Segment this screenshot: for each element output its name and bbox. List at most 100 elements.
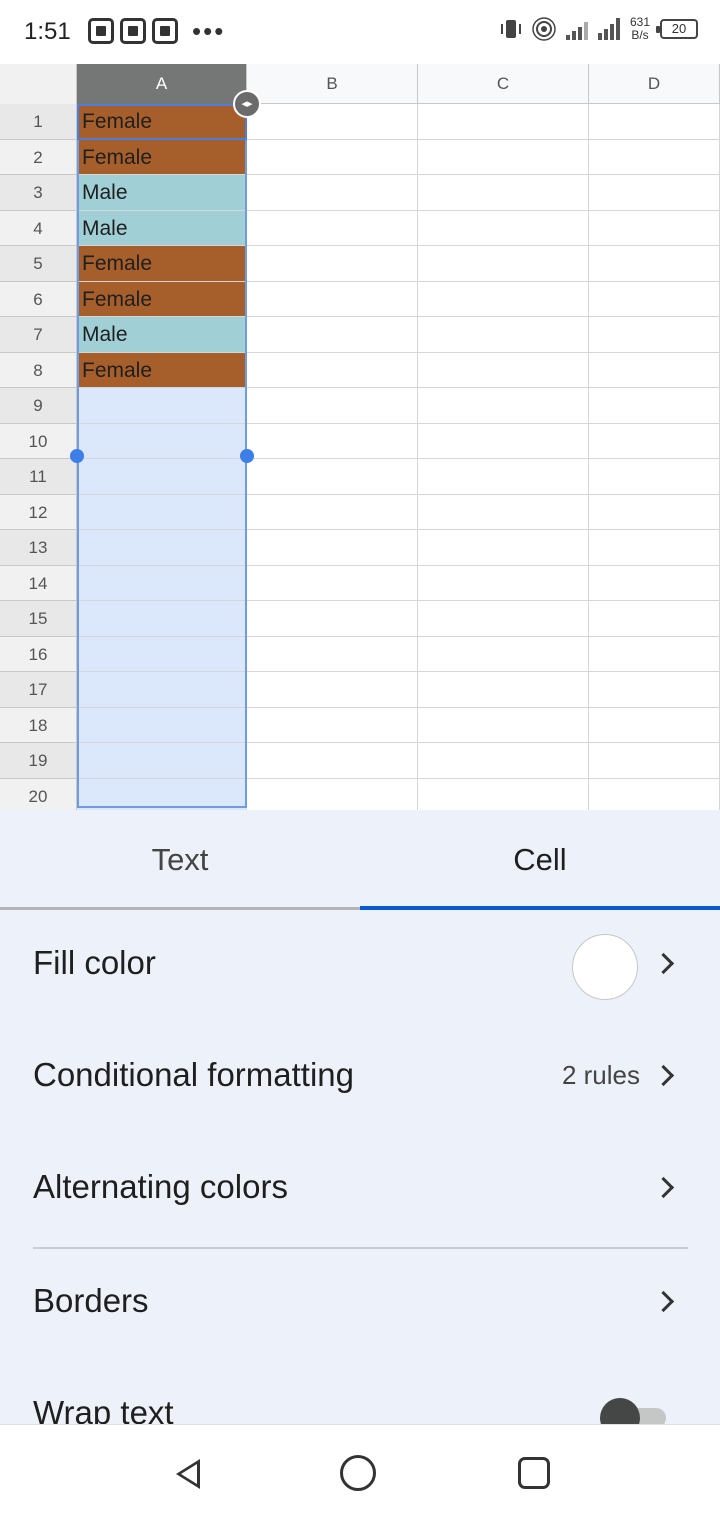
cell-a[interactable]: Female: [77, 139, 247, 175]
cell-b[interactable]: [247, 743, 418, 779]
row-header[interactable]: 2: [0, 139, 77, 175]
cell-a[interactable]: [77, 459, 247, 495]
cell-b[interactable]: [247, 459, 418, 495]
cell-c[interactable]: [418, 281, 589, 317]
row-header[interactable]: 6: [0, 281, 77, 317]
cell-d[interactable]: [589, 530, 720, 566]
row-header[interactable]: 7: [0, 317, 77, 353]
cell-b[interactable]: [247, 530, 418, 566]
row-header[interactable]: 13: [0, 530, 77, 566]
cell-a[interactable]: [77, 494, 247, 530]
cell-b[interactable]: [247, 601, 418, 637]
cell-a[interactable]: Male: [77, 210, 247, 246]
tab-text[interactable]: Text: [0, 810, 360, 910]
cell-c[interactable]: [418, 210, 589, 246]
cell-a[interactable]: [77, 388, 247, 424]
row-header[interactable]: 10: [0, 423, 77, 459]
cell-a[interactable]: [77, 530, 247, 566]
row-header[interactable]: 14: [0, 565, 77, 601]
wrap-text-row[interactable]: Wrap text: [0, 1360, 720, 1424]
row-header[interactable]: 19: [0, 743, 77, 779]
cell-a[interactable]: [77, 778, 247, 810]
cell-b[interactable]: [247, 175, 418, 211]
cell-d[interactable]: [589, 104, 720, 140]
cell-d[interactable]: [589, 317, 720, 353]
row-header[interactable]: 18: [0, 707, 77, 743]
cell-b[interactable]: [247, 423, 418, 459]
cell-d[interactable]: [589, 778, 720, 810]
row-header[interactable]: 12: [0, 494, 77, 530]
cell-d[interactable]: [589, 707, 720, 743]
cell-c[interactable]: [418, 175, 589, 211]
cell-c[interactable]: [418, 636, 589, 672]
cell-d[interactable]: [589, 601, 720, 637]
cell-d[interactable]: [589, 494, 720, 530]
fill-color-row[interactable]: Fill color: [0, 910, 720, 1022]
cell-a[interactable]: [77, 672, 247, 708]
recents-icon[interactable]: [518, 1457, 550, 1489]
cell-c[interactable]: [418, 459, 589, 495]
cell-c[interactable]: [418, 317, 589, 353]
cell-d[interactable]: [589, 139, 720, 175]
row-header[interactable]: 4: [0, 210, 77, 246]
cell-c[interactable]: [418, 352, 589, 388]
cell-d[interactable]: [589, 672, 720, 708]
cell-d[interactable]: [589, 743, 720, 779]
home-icon[interactable]: [340, 1455, 376, 1491]
cell-a[interactable]: Male: [77, 317, 247, 353]
cell-a[interactable]: Female: [77, 352, 247, 388]
cell-c[interactable]: [418, 494, 589, 530]
cell-d[interactable]: [589, 352, 720, 388]
row-header[interactable]: 20: [0, 778, 77, 810]
row-header[interactable]: 9: [0, 388, 77, 424]
cell-b[interactable]: [247, 139, 418, 175]
conditional-formatting-row[interactable]: Conditional formatting 2 rules: [0, 1022, 720, 1134]
cell-c[interactable]: [418, 601, 589, 637]
cell-b[interactable]: [247, 494, 418, 530]
cell-a[interactable]: Male: [77, 175, 247, 211]
cell-c[interactable]: [418, 530, 589, 566]
cell-c[interactable]: [418, 778, 589, 810]
row-header[interactable]: 11: [0, 459, 77, 495]
row-header[interactable]: 17: [0, 672, 77, 708]
back-icon[interactable]: [168, 1453, 208, 1493]
column-header-c[interactable]: C: [418, 64, 589, 104]
cell-a[interactable]: [77, 636, 247, 672]
cell-b[interactable]: [247, 246, 418, 282]
cell-c[interactable]: [418, 104, 589, 140]
cell-a[interactable]: [77, 707, 247, 743]
cell-d[interactable]: [589, 281, 720, 317]
wrap-text-toggle[interactable]: [600, 1398, 666, 1424]
cell-b[interactable]: [247, 707, 418, 743]
cell-c[interactable]: [418, 672, 589, 708]
cell-b[interactable]: [247, 672, 418, 708]
cell-b[interactable]: [247, 778, 418, 810]
alternating-colors-row[interactable]: Alternating colors: [0, 1134, 720, 1246]
column-header-b[interactable]: B: [247, 64, 418, 104]
cell-b[interactable]: [247, 388, 418, 424]
cell-d[interactable]: [589, 565, 720, 601]
cell-b[interactable]: [247, 104, 418, 140]
row-header[interactable]: 5: [0, 246, 77, 282]
column-header-d[interactable]: D: [589, 64, 720, 104]
cell-c[interactable]: [418, 388, 589, 424]
cell-d[interactable]: [589, 388, 720, 424]
cell-d[interactable]: [589, 246, 720, 282]
selection-handle-right[interactable]: [240, 449, 254, 463]
cell-c[interactable]: [418, 707, 589, 743]
fill-color-swatch[interactable]: [572, 934, 638, 1000]
cell-b[interactable]: [247, 636, 418, 672]
cell-b[interactable]: [247, 317, 418, 353]
cell-b[interactable]: [247, 352, 418, 388]
row-header[interactable]: 15: [0, 601, 77, 637]
row-header[interactable]: 16: [0, 636, 77, 672]
cell-b[interactable]: [247, 210, 418, 246]
spreadsheet-grid[interactable]: A B C D 1 Female 2 Female 3 Male 4 Male 5 Female 6…: [0, 64, 720, 810]
row-header[interactable]: 3: [0, 175, 77, 211]
cell-a[interactable]: [77, 423, 247, 459]
row-header[interactable]: 8: [0, 352, 77, 388]
selection-handle-left[interactable]: [70, 449, 84, 463]
column-resize-icon[interactable]: ◂▸: [233, 90, 261, 118]
cell-d[interactable]: [589, 636, 720, 672]
cell-d[interactable]: [589, 423, 720, 459]
